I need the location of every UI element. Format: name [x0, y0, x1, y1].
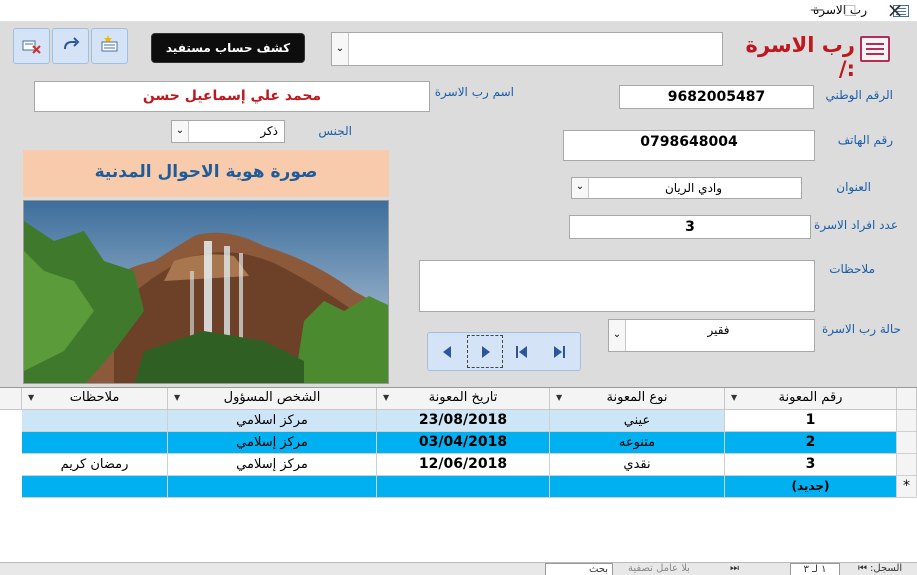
close-button[interactable]: × — [875, 0, 915, 22]
family-count-field[interactable]: 3 — [569, 215, 811, 239]
new-row-cell[interactable]: (جديد) — [725, 476, 897, 498]
phone-label: رقم الهاتف — [837, 133, 893, 147]
family-count-label: عدد افراد الاسرة — [814, 218, 898, 232]
head-name-label: اسم رب الاسرة — [434, 85, 514, 99]
last-record-button[interactable] — [542, 335, 578, 368]
national-id-field[interactable]: 9682005487 — [619, 85, 814, 109]
table-cell[interactable]: 23/08/2018 — [377, 410, 550, 432]
new-row-marker[interactable]: * — [897, 476, 917, 498]
column-header-aid-number[interactable]: ▼ رقم المعونة — [725, 388, 897, 410]
address-label: العنوان — [836, 180, 871, 194]
prev-record-button[interactable] — [430, 335, 466, 368]
table-cell[interactable]: 3 — [725, 454, 897, 476]
row-selector[interactable] — [897, 432, 917, 454]
row-selector-header[interactable] — [897, 388, 917, 410]
next-record-icon — [482, 346, 490, 358]
record-navigator — [427, 332, 581, 371]
table-cell[interactable]: مركز إسلامي — [168, 432, 377, 454]
status-combo[interactable]: ⌄ فقير — [608, 319, 815, 352]
new-record-icon — [101, 35, 118, 52]
record-position-field[interactable]: ١ لـ ٣ — [790, 563, 840, 575]
new-row-cell[interactable] — [168, 476, 377, 498]
chevron-down-icon[interactable]: ⌄ — [332, 33, 349, 65]
first-record-nav-icon[interactable]: ⏮ — [858, 563, 867, 575]
dropdown-arrow-icon[interactable]: ▼ — [28, 388, 34, 408]
new-row-cell[interactable] — [22, 476, 168, 498]
gender-label: الجنس — [318, 124, 352, 138]
photo-header: صورة هوية الاحوال المدنية — [23, 150, 389, 197]
notes-label: ملاحظات — [829, 262, 875, 276]
status-label: حالة رب الاسرة — [821, 322, 901, 336]
table-cell[interactable] — [22, 432, 168, 454]
row-selector[interactable] — [897, 454, 917, 476]
dropdown-arrow-icon[interactable]: ▼ — [731, 388, 737, 408]
table-cell[interactable]: مركز إسلامي — [168, 454, 377, 476]
search-combo[interactable]: ⌄ — [331, 32, 723, 66]
new-row-cell[interactable] — [377, 476, 550, 498]
phone-field[interactable]: 0798648004 — [563, 130, 815, 161]
address-combo[interactable]: ⌄ وادي الريان — [571, 177, 802, 199]
table-cell[interactable]: 1 — [725, 410, 897, 432]
new-record-button[interactable] — [91, 28, 128, 64]
next-record-button[interactable] — [467, 335, 503, 368]
title-bar: رب الاسرة — □ × — [0, 0, 917, 22]
table-cell[interactable]: متنوعه — [550, 432, 725, 454]
table-cell[interactable] — [22, 410, 168, 432]
table-cell[interactable]: 12/06/2018 — [377, 454, 550, 476]
column-header-responsible[interactable]: ▼ الشخص المسؤول — [168, 388, 377, 410]
first-record-icon — [516, 346, 527, 358]
prev-record-icon — [443, 346, 451, 358]
chevron-down-icon[interactable]: ⌄ — [609, 320, 626, 351]
dropdown-arrow-icon[interactable]: ▼ — [556, 388, 562, 408]
redo-icon — [64, 37, 80, 50]
account-statement-button[interactable]: كشف حساب مستفيد — [151, 33, 305, 63]
dropdown-arrow-icon[interactable]: ▼ — [383, 388, 389, 408]
notes-field[interactable] — [419, 260, 815, 312]
maximize-button[interactable]: □ — [830, 0, 870, 22]
redo-button[interactable] — [52, 28, 89, 64]
delete-record-button[interactable] — [13, 28, 50, 64]
delete-record-icon — [22, 40, 41, 54]
form-header-icon — [860, 36, 890, 62]
aid-datasheet: ▼ رقم المعونة ▼ نوع المعونة ▼ تاريخ المعونة… — [0, 387, 917, 562]
table-cell[interactable]: 2 — [725, 432, 897, 454]
column-header-notes[interactable]: ▼ ملاحظات — [22, 388, 168, 410]
last-record-icon — [554, 346, 565, 358]
table-cell[interactable]: رمضان كريم — [22, 454, 168, 476]
grid-corner — [0, 388, 22, 410]
chevron-down-icon[interactable]: ⌄ — [572, 178, 589, 198]
table-cell[interactable]: مركز اسلامي — [168, 410, 377, 432]
first-record-button[interactable] — [504, 335, 540, 368]
next-record-nav-icon[interactable]: ⏭ — [730, 563, 739, 575]
record-navigation-bar: السجل: ⏮ ١ لـ ٣ ⏭ بلا عامل تصفية بحث — [0, 562, 917, 575]
row-selector[interactable] — [897, 410, 917, 432]
column-header-aid-date[interactable]: ▼ تاريخ المعونة — [377, 388, 550, 410]
national-id-label: الرقم الوطني — [825, 88, 893, 102]
table-cell[interactable]: نقدي — [550, 454, 725, 476]
column-header-aid-type[interactable]: ▼ نوع المعونة — [550, 388, 725, 410]
gender-combo[interactable]: ⌄ ذكر — [171, 120, 285, 143]
filter-status[interactable]: بلا عامل تصفية — [628, 563, 690, 575]
civil-id-photo — [23, 200, 389, 384]
head-name-field[interactable]: محمد علي إسماعيل حسن — [34, 81, 430, 112]
record-label: السجل: — [870, 563, 903, 574]
new-row-cell[interactable] — [550, 476, 725, 498]
chevron-down-icon[interactable]: ⌄ — [172, 121, 189, 142]
search-box[interactable]: بحث — [545, 563, 613, 575]
form-title: رب الاسرة :/ — [745, 33, 855, 81]
table-cell[interactable]: 03/04/2018 — [377, 432, 550, 454]
dropdown-arrow-icon[interactable]: ▼ — [174, 388, 180, 408]
table-cell[interactable]: عيني — [550, 410, 725, 432]
